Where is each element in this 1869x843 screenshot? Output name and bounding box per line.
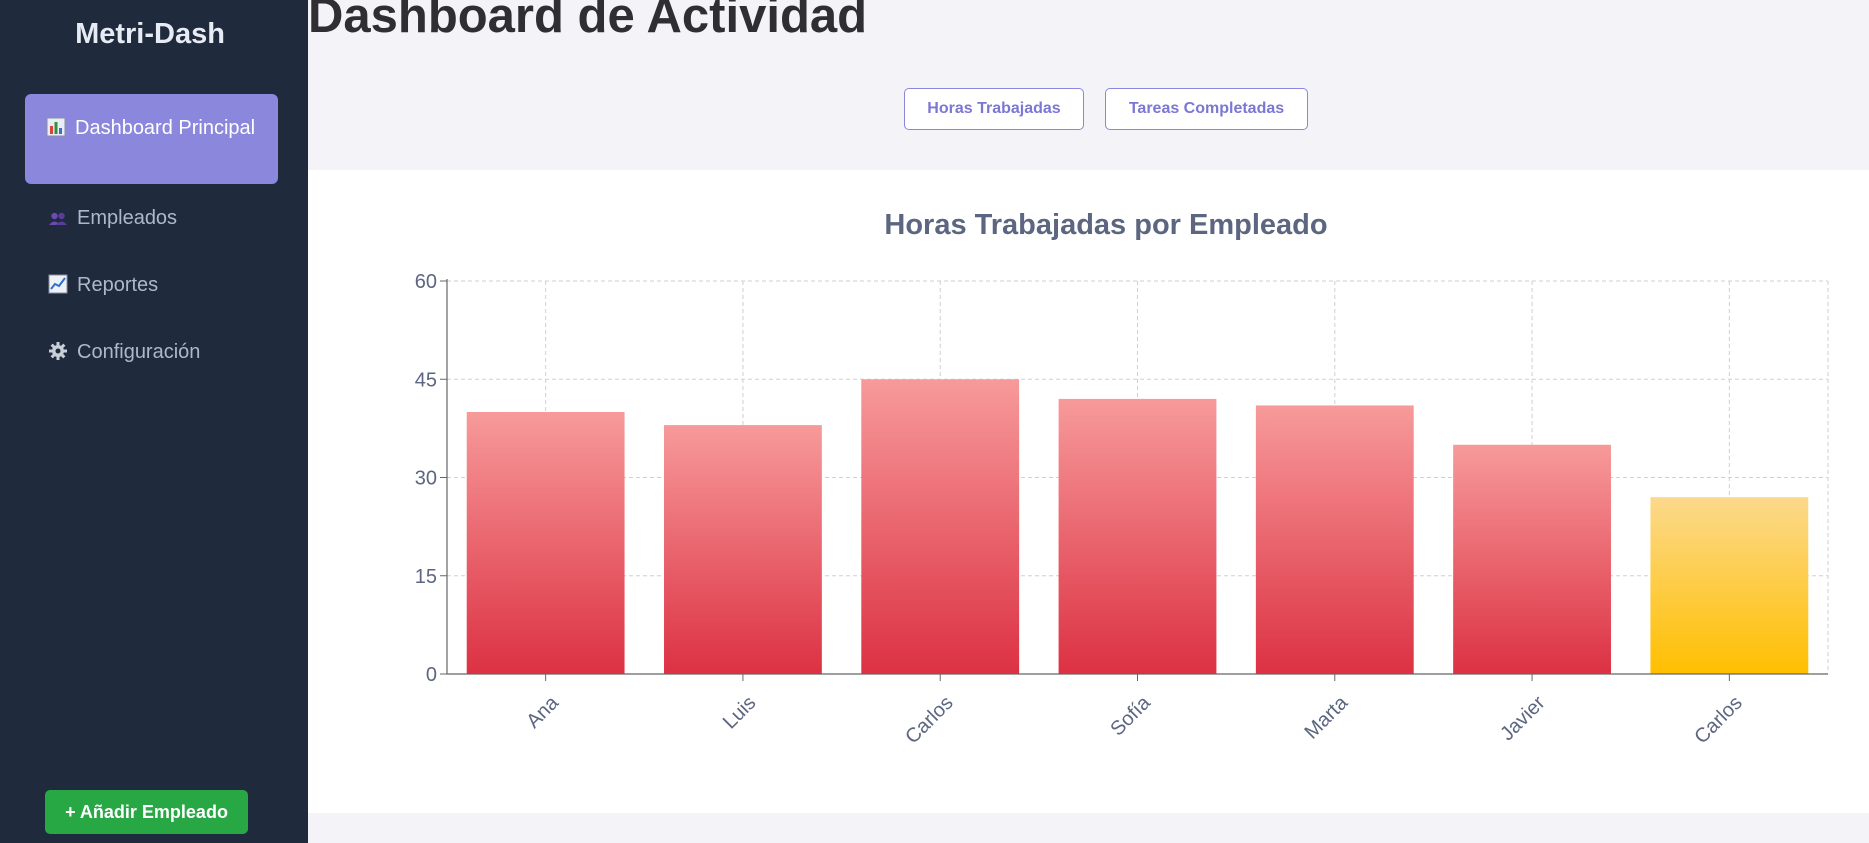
bar-carlos[interactable] — [861, 379, 1020, 674]
bar-luis[interactable] — [664, 425, 822, 674]
x-tick-label: Carlos — [901, 692, 957, 748]
x-tick-label: Marta — [1301, 691, 1353, 743]
bar-sofía[interactable] — [1058, 398, 1217, 674]
bar-carlos[interactable] — [1650, 497, 1809, 674]
y-tick-label: 60 — [415, 271, 437, 293]
y-tick-label: 45 — [415, 369, 437, 391]
x-tick-label: Sofía — [1106, 691, 1155, 740]
y-tick-label: 15 — [415, 566, 437, 588]
y-tick-label: 0 — [426, 664, 437, 686]
x-tick-label: Carlos — [1690, 692, 1746, 748]
bar-ana[interactable] — [466, 412, 625, 674]
bar-chart: 0 15 30 45 60 Ana Luis Carlos Sofía Marta Javier Ca… — [415, 271, 1829, 748]
y-tick-label: 30 — [415, 468, 437, 490]
x-tick-label: Luis — [719, 692, 761, 734]
x-tick-label: Ana — [522, 691, 563, 732]
bar-javier[interactable] — [1453, 444, 1611, 674]
x-tick-label: Javier — [1496, 692, 1550, 746]
bar-marta[interactable] — [1255, 405, 1414, 674]
